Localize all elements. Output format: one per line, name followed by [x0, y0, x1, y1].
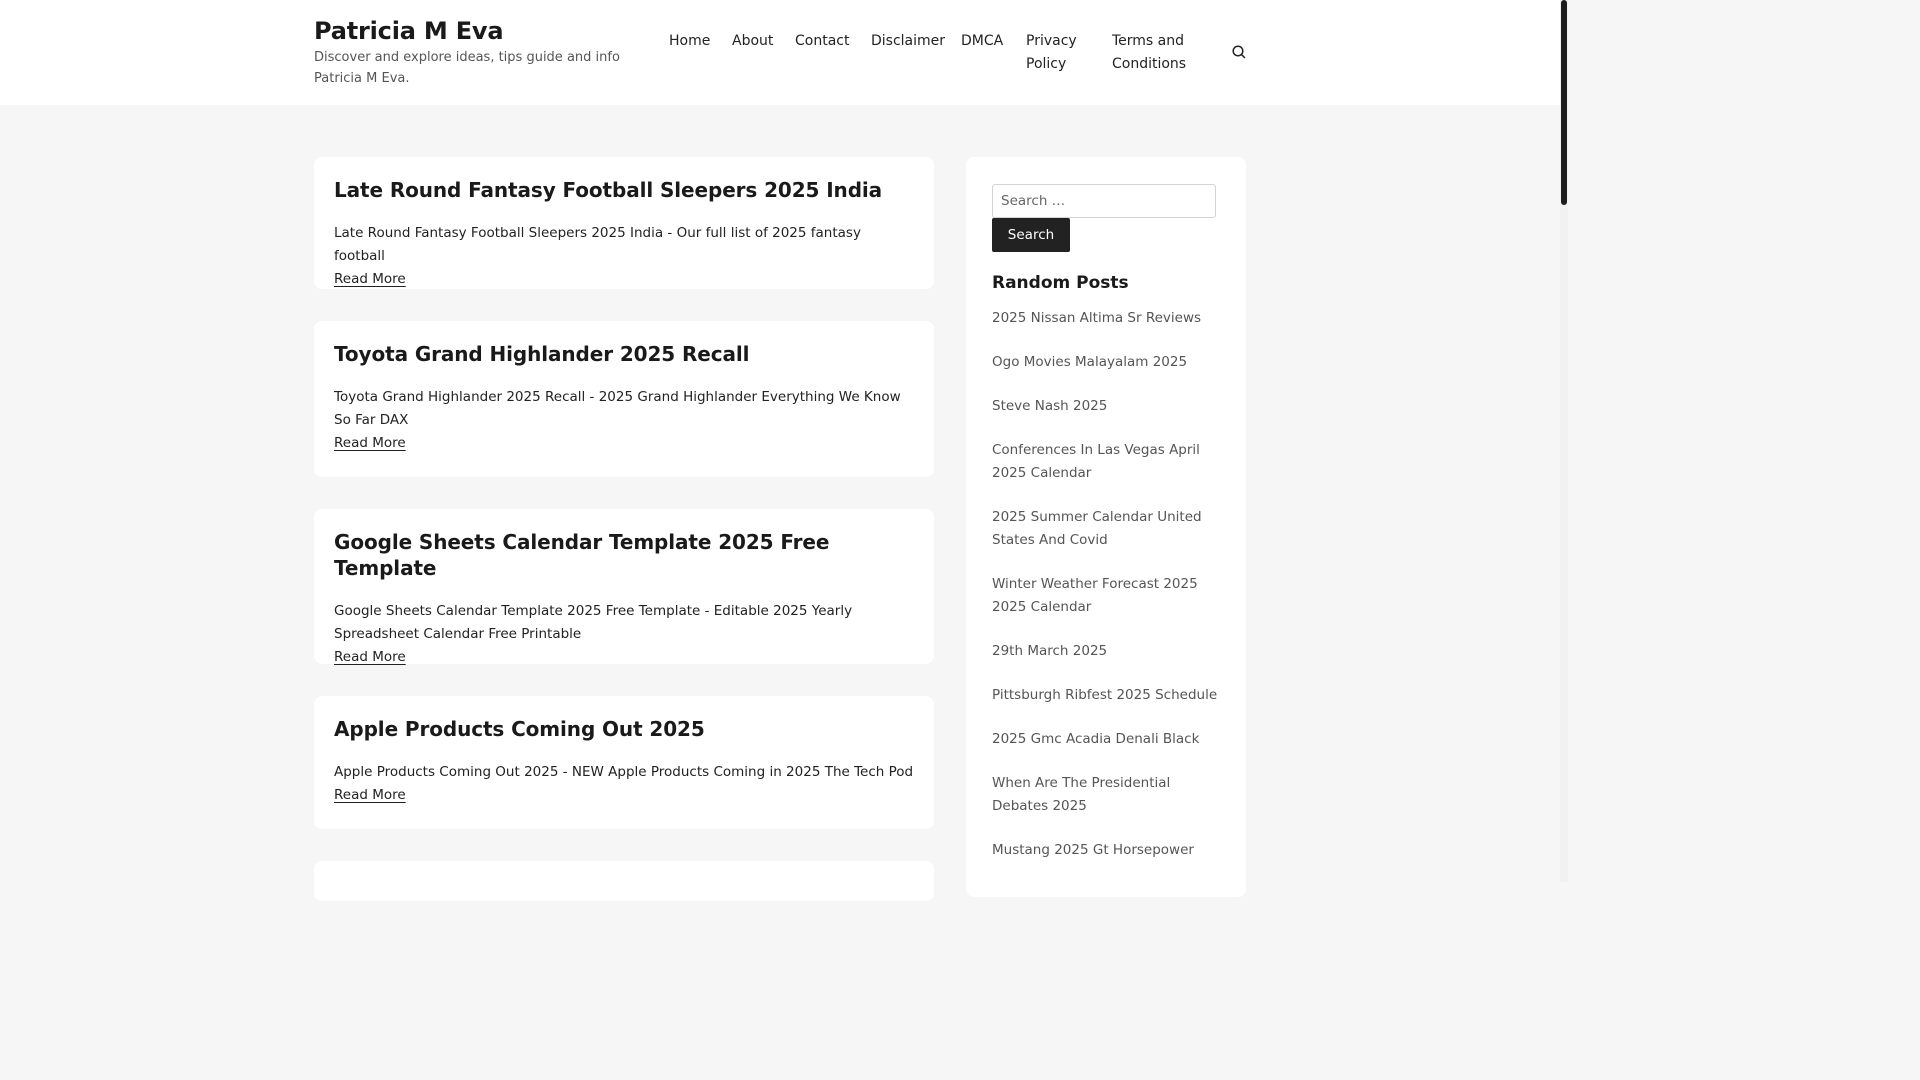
post-excerpt: Apple Products Coming Out 2025 - NEW App…: [334, 764, 914, 780]
post-excerpt: Toyota Grand Highlander 2025 Recall - 20…: [334, 389, 901, 428]
search-button[interactable]: Search: [992, 218, 1070, 252]
post-card: Apple Products Coming Out 2025 Apple Pro…: [314, 696, 934, 829]
search-input[interactable]: [992, 184, 1216, 218]
nav-disclaimer[interactable]: Disclaimer: [871, 30, 945, 53]
site-description: Discover and explore ideas, tips guide a…: [314, 50, 620, 86]
random-post-link[interactable]: 2025 Summer Calendar United States And C…: [992, 506, 1224, 552]
nav-contact[interactable]: Contact: [795, 30, 849, 53]
read-more-link[interactable]: Read More: [334, 433, 406, 453]
random-post-link[interactable]: Pittsburgh Ribfest 2025 Schedule: [992, 684, 1224, 707]
post-card: Late Round Fantasy Football Sleepers 202…: [314, 157, 934, 289]
nav-home[interactable]: Home: [669, 30, 710, 53]
nav-terms-and-conditions[interactable]: Terms and Conditions: [1112, 30, 1208, 76]
random-post-link[interactable]: Conferences In Las Vegas April 2025 Cale…: [992, 439, 1224, 485]
random-post-link[interactable]: Steve Nash 2025: [992, 395, 1224, 418]
post-card: [314, 861, 934, 901]
post-title[interactable]: Toyota Grand Highlander 2025 Recall: [334, 341, 914, 367]
random-post-link[interactable]: 2025 Gmc Acadia Denali Black: [992, 728, 1224, 751]
nav-privacy-policy[interactable]: Privacy Policy: [1026, 30, 1086, 76]
post-card: Google Sheets Calendar Template 2025 Fre…: [314, 509, 934, 667]
random-post-link[interactable]: 2025 Nissan Altima Sr Reviews: [992, 307, 1224, 330]
post-excerpt: Late Round Fantasy Football Sleepers 202…: [334, 225, 861, 264]
random-posts-title: Random Posts: [992, 273, 1129, 293]
random-post-link[interactable]: 29th March 2025: [992, 640, 1224, 663]
post-title[interactable]: Late Round Fantasy Football Sleepers 202…: [334, 177, 914, 203]
read-more-link[interactable]: Read More: [334, 269, 406, 289]
random-post-link[interactable]: Mustang 2025 Gt Horsepower: [992, 839, 1224, 862]
read-more-link[interactable]: Read More: [334, 785, 406, 805]
random-post-link[interactable]: Winter Weather Forecast 2025 2025 Calend…: [992, 573, 1224, 619]
post-excerpt: Google Sheets Calendar Template 2025 Fre…: [334, 603, 853, 642]
scrollbar[interactable]: [1560, 0, 1568, 882]
search-icon[interactable]: [1231, 44, 1247, 60]
sidebar: Search Random Posts 2025 Nissan Altima S…: [966, 157, 1246, 897]
site-header: Patricia M Eva Discover and explore idea…: [0, 0, 1560, 105]
nav-dmca[interactable]: DMCA: [961, 30, 1003, 53]
post-card: Toyota Grand Highlander 2025 Recall Toyo…: [314, 321, 934, 477]
site-title[interactable]: Patricia M Eva: [314, 16, 644, 46]
random-posts-list: 2025 Nissan Altima Sr Reviews Ogo Movies…: [992, 307, 1224, 883]
post-title[interactable]: Google Sheets Calendar Template 2025 Fre…: [334, 529, 914, 581]
nav-about[interactable]: About: [732, 30, 773, 53]
scrollbar-thumb[interactable]: [1561, 0, 1567, 205]
random-post-link[interactable]: When Are The Presidential Debates 2025: [992, 772, 1224, 818]
brand: Patricia M Eva Discover and explore idea…: [314, 16, 644, 89]
random-post-link[interactable]: Ogo Movies Malayalam 2025: [992, 351, 1224, 374]
post-title[interactable]: Apple Products Coming Out 2025: [334, 716, 914, 742]
read-more-link[interactable]: Read More: [334, 647, 406, 667]
